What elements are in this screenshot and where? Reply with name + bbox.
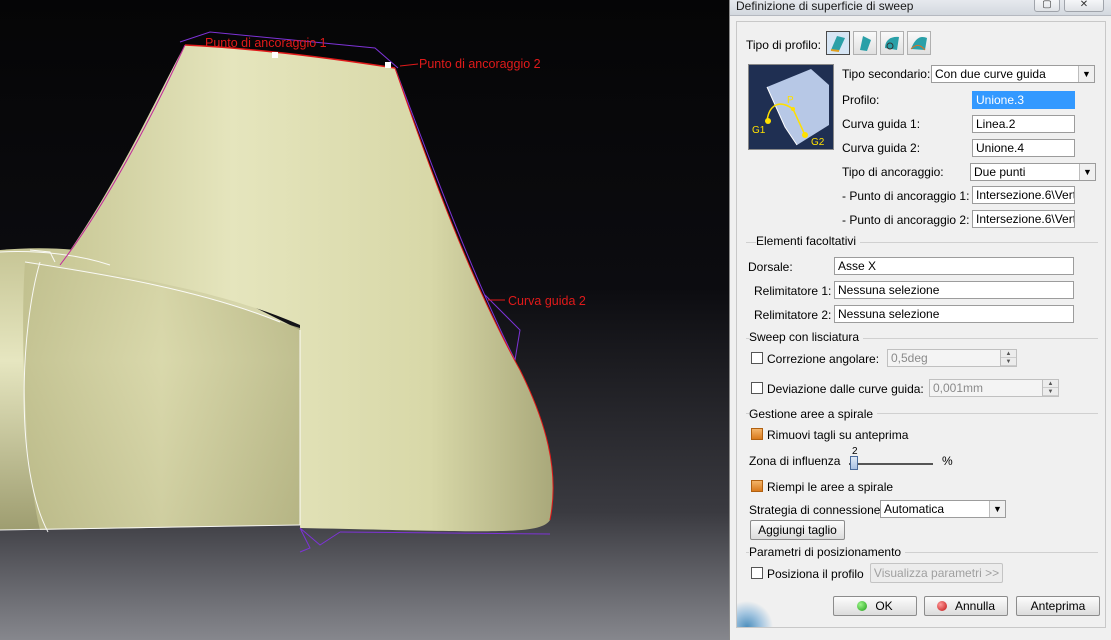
3d-viewport[interactable]: Punto di ancoraggio 1 Punto di ancoraggi…: [0, 0, 735, 640]
ok-icon: [857, 601, 868, 611]
relimiter-1-field[interactable]: Nessuna selezione: [834, 281, 1074, 299]
preview-g1-label: G1: [752, 125, 766, 136]
spinner-icon: ▲ ▼: [1042, 380, 1058, 396]
preview-p-label: P: [787, 95, 794, 106]
anchor-point-2-label: Punto di ancoraggio 2: [419, 57, 541, 71]
secondary-type-value: Con due curve guida: [935, 67, 1046, 81]
relimiter-2-field[interactable]: Nessuna selezione: [834, 305, 1074, 323]
relimiter-2-label: Relimitatore 2:: [754, 308, 832, 322]
smoothing-title: Sweep con lisciatura: [749, 330, 864, 344]
anchor-type-value: Due punti: [974, 165, 1026, 179]
secondary-type-label: Tipo secondario:: [842, 67, 931, 81]
chevron-down-icon[interactable]: ▼: [1078, 66, 1094, 82]
optional-elements-title: Elementi facoltativi: [756, 234, 861, 248]
positioning-title: Parametri di posizionamento: [749, 545, 906, 559]
connection-strategy-label: Strategia di connessione:: [749, 503, 884, 517]
position-profile-checkbox[interactable]: [751, 567, 763, 579]
angular-correction-label: Correzione angolare:: [767, 352, 880, 366]
dialog-titlebar[interactable]: Definizione di superficie di sweep ▢ ✕: [730, 0, 1111, 16]
dialog-title: Definizione di superficie di sweep: [736, 0, 914, 13]
anchor-point-1-label: - Punto di ancoraggio 1:: [842, 189, 970, 203]
anchor-point-2-field[interactable]: Intersezione.6\Verti: [972, 210, 1075, 228]
angular-correction-checkbox[interactable]: [751, 352, 763, 364]
close-button[interactable]: ✕: [1064, 0, 1104, 12]
anchor-point-1-label: Punto di ancoraggio 1: [205, 36, 327, 50]
fill-twist-checkbox[interactable]: [751, 480, 763, 492]
minimize-button[interactable]: ▢: [1034, 0, 1060, 12]
influence-zone-label: Zona di influenza: [749, 454, 841, 468]
preview-g2-label: G2: [811, 137, 825, 148]
show-parameters-button[interactable]: Visualizza parametri >>: [870, 563, 1003, 583]
spine-field[interactable]: Asse X: [834, 257, 1074, 275]
anchor-point-2-label: - Punto di ancoraggio 2:: [842, 213, 970, 227]
anchor-type-label: Tipo di ancoraggio:: [842, 165, 944, 179]
circle-profile-icon[interactable]: [880, 31, 904, 55]
chevron-down-icon[interactable]: ▼: [989, 501, 1005, 517]
relimiter-1-label: Relimitatore 1:: [754, 284, 832, 298]
influence-slider-thumb[interactable]: [850, 456, 858, 470]
remove-cuts-checkbox[interactable]: [751, 428, 763, 440]
add-cut-button[interactable]: Aggiungi taglio: [750, 520, 845, 540]
conic-profile-icon[interactable]: [907, 31, 931, 55]
line-profile-icon[interactable]: [853, 31, 877, 55]
chevron-down-icon[interactable]: ▼: [1079, 164, 1095, 180]
anchor-point-1-field[interactable]: Intersezione.6\Verti: [972, 186, 1075, 204]
profile-label: Profilo:: [842, 93, 880, 107]
guide-curve-2-label: Curva guida 2: [508, 294, 586, 308]
sweep-surface-model[interactable]: [0, 0, 735, 640]
ok-button[interactable]: OK: [833, 596, 917, 616]
secondary-type-dropdown[interactable]: Con due curve guida ▼: [931, 65, 1095, 83]
explicit-profile-icon[interactable]: [826, 31, 850, 55]
remove-cuts-label: Rimuovi tagli su anteprima: [767, 428, 909, 442]
guide-curve-2-label: Curva guida 2:: [842, 141, 921, 155]
guide-curve-2-field[interactable]: Unione.4: [972, 139, 1075, 157]
spinner-icon: ▲ ▼: [1000, 350, 1016, 366]
fill-twist-label: Riempi le aree a spirale: [767, 480, 894, 494]
cancel-button[interactable]: Annulla: [924, 596, 1008, 616]
twist-title: Gestione aree a spirale: [749, 407, 878, 421]
sweep-surface-dialog: Definizione di superficie di sweep ▢ ✕ T…: [729, 0, 1111, 640]
angular-correction-value: 0,5deg: [891, 351, 928, 365]
ok-label: OK: [875, 599, 893, 613]
guide-curve-1-label: Curva guida 1:: [842, 117, 921, 131]
angular-correction-field: 0,5deg ▲ ▼: [887, 349, 1017, 367]
sweep-preview-image: P G1 G2: [748, 64, 834, 150]
deviation-checkbox[interactable]: [751, 382, 763, 394]
cancel-label: Annulla: [954, 599, 996, 613]
anchor-type-dropdown[interactable]: Due punti ▼: [970, 163, 1096, 181]
connection-strategy-dropdown[interactable]: Automatica ▼: [880, 500, 1006, 518]
dialog-body: Tipo di profilo: P G1 G2 Tipo secondario…: [736, 21, 1106, 628]
profile-field[interactable]: Unione.3: [972, 91, 1075, 109]
influence-unit: %: [942, 454, 953, 468]
profile-type-label: Tipo di profilo:: [746, 38, 821, 52]
preview-button[interactable]: Anteprima: [1016, 596, 1100, 616]
influence-slider-track[interactable]: [849, 463, 933, 465]
deviation-label: Deviazione dalle curve guida:: [767, 382, 924, 396]
deviation-value: 0,001mm: [933, 381, 984, 395]
guide-curve-1-field[interactable]: Linea.2: [972, 115, 1075, 133]
spine-label: Dorsale:: [748, 260, 793, 274]
cancel-icon: [936, 601, 947, 611]
deviation-field: 0,001mm ▲ ▼: [929, 379, 1059, 397]
position-profile-label: Posiziona il profilo: [767, 567, 864, 581]
connection-strategy-value: Automatica: [884, 502, 945, 516]
